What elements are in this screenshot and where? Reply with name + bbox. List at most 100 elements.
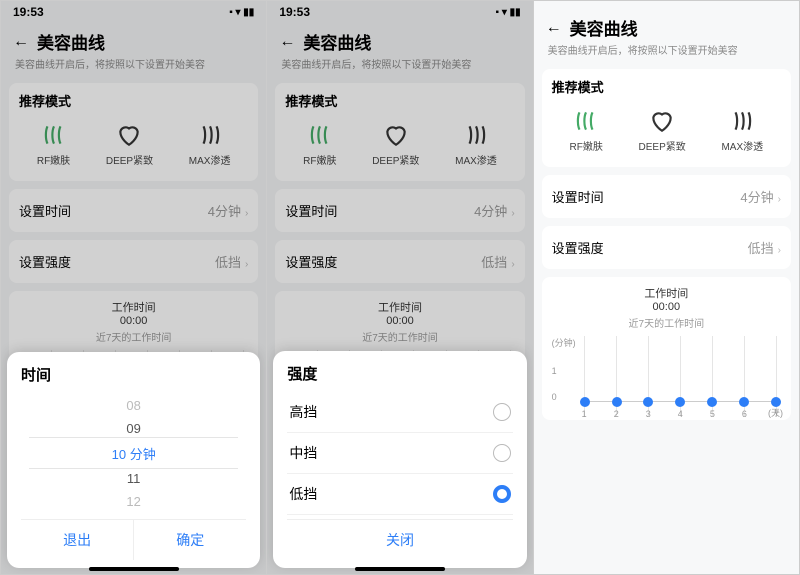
- chevron-right-icon: ›: [245, 259, 248, 270]
- setting-value: 低挡: [481, 255, 507, 270]
- status-time: 19:53: [279, 5, 310, 19]
- intensity-option-low[interactable]: 低挡: [287, 474, 512, 515]
- chart-title: 工作时间: [112, 302, 156, 314]
- setting-value: 4分钟: [740, 190, 773, 205]
- cancel-button[interactable]: 退出: [21, 520, 133, 560]
- chevron-right-icon: ›: [245, 208, 248, 219]
- screen-intensity-picker: 19:53 ▪ ▾ ▮▮ ← 美容曲线 美容曲线开启后，将按照以下设置开始美容 …: [267, 1, 533, 574]
- chart-subtitle: 近7天的工作时间: [19, 329, 248, 344]
- nav-bar: ← 美容曲线: [534, 9, 799, 42]
- setting-label: 设置强度: [19, 252, 71, 271]
- mode-rf[interactable]: RF嫩肤: [570, 108, 603, 153]
- mode-rf[interactable]: RF嫩肤: [37, 122, 70, 167]
- setting-label: 设置强度: [552, 238, 604, 257]
- mode-rf[interactable]: RF嫩肤: [303, 122, 336, 167]
- chart-ymax: 1: [552, 366, 576, 376]
- modes-header: 推荐模式: [285, 91, 514, 110]
- wave-icon: [41, 122, 67, 148]
- radio-icon: [493, 403, 511, 421]
- wave2-icon: [463, 122, 489, 148]
- heart-icon: [116, 122, 142, 148]
- setting-time-row[interactable]: 设置时间4分钟›: [275, 189, 524, 232]
- modes-card: 推荐模式 RF嫩肤 DEEP紧致 MAX渗透: [9, 83, 258, 181]
- chart-value: 00:00: [120, 315, 148, 327]
- confirm-button[interactable]: 确定: [134, 520, 246, 560]
- intensity-sheet: 强度 高挡 中挡 低挡 关闭: [273, 351, 526, 568]
- intensity-option-high[interactable]: 高挡: [287, 392, 512, 433]
- picker-option[interactable]: 09: [126, 417, 140, 440]
- radio-icon-selected: [493, 485, 511, 503]
- mode-max[interactable]: MAX渗透: [455, 122, 497, 167]
- heart-icon: [649, 108, 675, 134]
- chart-subtitle: 近7天的工作时间: [285, 329, 514, 344]
- mode-label: MAX渗透: [721, 138, 763, 153]
- back-icon[interactable]: ←: [279, 33, 295, 51]
- mode-max[interactable]: MAX渗透: [721, 108, 763, 153]
- back-icon[interactable]: ←: [546, 19, 562, 37]
- setting-label: 设置强度: [285, 252, 337, 271]
- back-icon[interactable]: ←: [13, 33, 29, 51]
- chevron-right-icon: ›: [511, 259, 514, 270]
- mode-label: DEEP紧致: [106, 152, 153, 167]
- option-label: 中挡: [289, 443, 317, 463]
- chevron-right-icon: ›: [511, 208, 514, 219]
- chart-plot: 1234567 (天): [580, 336, 781, 416]
- page-title: 美容曲线: [303, 29, 371, 54]
- status-icons: ▪ ▾ ▮▮: [496, 7, 521, 18]
- setting-intensity-row[interactable]: 设置强度 低挡 ›: [542, 226, 791, 269]
- chart-title: 工作时间: [378, 302, 422, 314]
- sheet-title: 时间: [21, 364, 246, 385]
- setting-time-row[interactable]: 设置时间4分钟›: [542, 175, 791, 218]
- heart-icon: [383, 122, 409, 148]
- setting-value: 低挡: [748, 241, 774, 256]
- status-time: 19:53: [13, 5, 44, 19]
- close-button[interactable]: 关闭: [287, 519, 512, 560]
- mode-deep[interactable]: DEEP紧致: [639, 108, 686, 153]
- mode-label: MAX渗透: [455, 152, 497, 167]
- intensity-option-mid[interactable]: 中挡: [287, 433, 512, 474]
- mode-label: DEEP紧致: [372, 152, 419, 167]
- mode-label: RF嫩肤: [37, 152, 70, 167]
- status-icons: ▪ ▾ ▮▮: [229, 7, 254, 18]
- screen-time-picker: 19:53 ▪ ▾ ▮▮ ← 美容曲线 美容曲线开启后，将按照以下设置开始美容 …: [1, 1, 267, 574]
- radio-icon: [493, 444, 511, 462]
- mode-max[interactable]: MAX渗透: [189, 122, 231, 167]
- page-subtitle: 美容曲线开启后，将按照以下设置开始美容: [267, 56, 532, 79]
- home-indicator[interactable]: [89, 567, 179, 571]
- time-picker-wheel[interactable]: 08 09 10 分钟 11 12: [21, 393, 246, 513]
- setting-intensity-row[interactable]: 设置强度 低挡 ›: [9, 240, 258, 283]
- setting-label: 设置时间: [19, 201, 71, 220]
- mode-deep[interactable]: DEEP紧致: [106, 122, 153, 167]
- modes-header: 推荐模式: [552, 77, 781, 96]
- chevron-right-icon: ›: [778, 245, 781, 256]
- mode-deep[interactable]: DEEP紧致: [372, 122, 419, 167]
- status-bar: 19:53 ▪ ▾ ▮▮: [1, 1, 266, 23]
- page-title: 美容曲线: [570, 15, 638, 40]
- chart-value: 00:00: [386, 315, 414, 327]
- option-label: 低挡: [289, 484, 317, 504]
- modes-card: 推荐模式 RF嫩肤 DEEP紧致 MAX渗透: [275, 83, 524, 181]
- time-picker-sheet: 时间 08 09 10 分钟 11 12 退出 确定: [7, 352, 260, 568]
- picker-option-selected[interactable]: 10 分钟: [112, 440, 156, 467]
- chart-ylabel: (分钟): [552, 336, 576, 349]
- mode-label: RF嫩肤: [303, 152, 336, 167]
- status-bar: [534, 1, 799, 9]
- option-label: 高挡: [289, 402, 317, 422]
- setting-time-row[interactable]: 设置时间4分钟›: [9, 189, 258, 232]
- chevron-right-icon: ›: [778, 194, 781, 205]
- home-indicator[interactable]: [355, 567, 445, 571]
- mode-label: RF嫩肤: [570, 138, 603, 153]
- chart-ymin: 0: [552, 392, 576, 402]
- chart-card: 工作时间00:00 近7天的工作时间 (分钟)10 1234567 (天): [542, 277, 791, 420]
- picker-option[interactable]: 12: [126, 490, 140, 513]
- nav-bar: ← 美容曲线: [1, 23, 266, 56]
- status-bar: 19:53 ▪ ▾ ▮▮: [267, 1, 532, 23]
- wave2-icon: [729, 108, 755, 134]
- picker-option[interactable]: 08: [126, 394, 140, 417]
- chart-xunit: (天): [768, 406, 783, 419]
- setting-intensity-row[interactable]: 设置强度 低挡 ›: [275, 240, 524, 283]
- setting-value: 低挡: [215, 255, 241, 270]
- screen-base: ← 美容曲线 美容曲线开启后，将按照以下设置开始美容 推荐模式 RF嫩肤 DEE…: [534, 1, 799, 574]
- wave-icon: [573, 108, 599, 134]
- picker-option[interactable]: 11: [127, 467, 141, 490]
